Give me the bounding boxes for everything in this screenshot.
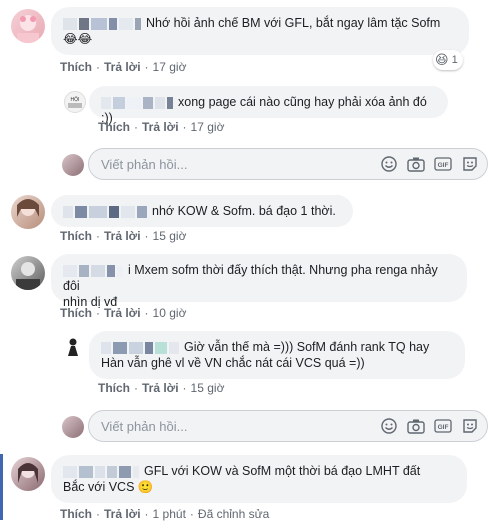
avatar[interactable]: [62, 336, 84, 358]
camera-icon[interactable]: [407, 417, 425, 435]
timestamp[interactable]: 10 giờ: [153, 306, 187, 320]
haha-reaction-icon: 😆: [435, 52, 449, 67]
reply-link[interactable]: Trả lời: [104, 60, 141, 74]
comment-text: Bắc với VCS: [63, 480, 135, 494]
author-name[interactable]: [101, 96, 175, 109]
camera-icon[interactable]: [407, 155, 425, 173]
comment-bubble: GFL với KOW và SofM một thời bá đạo LMHT…: [51, 455, 467, 503]
comment-bubble: Nhớ hồi ảnh chế BM với GFL, bắt ngay lâm…: [51, 7, 469, 55]
reaction-badge[interactable]: 😆 1: [433, 50, 463, 70]
comment-actions: Thích · Trả lời · 10 giờ: [60, 306, 187, 320]
reply-input[interactable]: [101, 411, 351, 441]
comment-text: Hàn vẫn ghê vl về VN chắc nát cái VCS qu…: [101, 356, 365, 370]
like-link[interactable]: Thích: [60, 306, 92, 320]
avatar[interactable]: [11, 256, 45, 290]
reply-input-box[interactable]: GIF: [88, 148, 488, 180]
current-user-avatar: [62, 154, 84, 176]
author-name[interactable]: [63, 264, 125, 277]
emoji-icon[interactable]: [380, 417, 398, 435]
reply-link[interactable]: Trả lời: [104, 229, 141, 243]
svg-text:GIF: GIF: [438, 424, 449, 431]
svg-text:GIF: GIF: [438, 162, 449, 169]
comment-text: GFL với KOW và SofM một thời bá đạo LMHT…: [144, 464, 421, 478]
reaction-count: 1: [451, 54, 458, 66]
sticker-icon[interactable]: [461, 417, 479, 435]
gif-icon[interactable]: GIF: [434, 155, 452, 173]
like-link[interactable]: Thích: [60, 60, 92, 74]
timestamp[interactable]: 17 giờ: [153, 60, 187, 74]
timestamp[interactable]: 15 giờ: [153, 229, 187, 243]
comment-actions: Thích · Trả lời · 1 phút · Đã chỉnh sửa: [60, 507, 270, 521]
comment-actions: Thích · Trả lời · 17 giờ: [60, 60, 187, 74]
emoji-icon[interactable]: [380, 155, 398, 173]
reply-link[interactable]: Trả lời: [142, 381, 179, 395]
timestamp[interactable]: 17 giờ: [191, 120, 225, 134]
svg-text:HỘI: HỘI: [71, 96, 80, 103]
timestamp[interactable]: 15 giờ: [191, 381, 225, 395]
like-link[interactable]: Thích: [60, 507, 92, 521]
emoji: 😂😂: [63, 32, 93, 46]
author-name[interactable]: [63, 205, 149, 218]
comment-bubble: i Mxem sofm thời đấy thích thật. Nhưng p…: [51, 254, 467, 309]
author-name[interactable]: [63, 17, 143, 30]
reply-link[interactable]: Trả lời: [104, 306, 141, 320]
current-user-avatar: [62, 416, 84, 438]
comment-actions: Thích · Trả lời · 15 giờ: [98, 381, 225, 395]
like-link[interactable]: Thích: [60, 229, 92, 243]
comment-text: nhớ KOW & Sofm. bá đạo 1 thời.: [152, 204, 336, 218]
reply-input-box[interactable]: GIF: [88, 410, 488, 442]
author-name[interactable]: [63, 465, 141, 478]
comment-actions: Thích · Trả lời · 17 giờ: [98, 120, 225, 134]
emoji: 🙂: [137, 480, 154, 494]
comment-text: Nhớ hồi ảnh chế BM với GFL, bắt ngay lâm…: [146, 16, 441, 30]
reply-link[interactable]: Trả lời: [142, 120, 179, 134]
avatar[interactable]: [11, 9, 45, 43]
comment-bubble: xong page cái nào cũng hay phải xóa ảnh …: [89, 86, 448, 125]
reply-input[interactable]: [101, 149, 351, 179]
edited-label[interactable]: Đã chỉnh sửa: [198, 507, 269, 521]
author-name[interactable]: [101, 341, 181, 354]
avatar[interactable]: HỘI: [64, 91, 86, 113]
like-link[interactable]: Thích: [98, 120, 130, 134]
reply-link[interactable]: Trả lời: [104, 507, 141, 521]
comment-actions: Thích · Trả lời · 15 giờ: [60, 229, 187, 243]
avatar[interactable]: [11, 457, 45, 491]
like-link[interactable]: Thích: [98, 381, 130, 395]
timestamp[interactable]: 1 phút: [153, 507, 186, 521]
gif-icon[interactable]: GIF: [434, 417, 452, 435]
comment-text: Giờ vẫn thế mà =))) SofM đánh rank TQ ha…: [184, 340, 430, 354]
highlight-bar: [0, 454, 3, 520]
comment-bubble: Giờ vẫn thế mà =))) SofM đánh rank TQ ha…: [89, 331, 465, 379]
avatar[interactable]: [11, 195, 45, 229]
sticker-icon[interactable]: [461, 155, 479, 173]
comment-bubble: nhớ KOW & Sofm. bá đạo 1 thời.: [51, 195, 353, 227]
